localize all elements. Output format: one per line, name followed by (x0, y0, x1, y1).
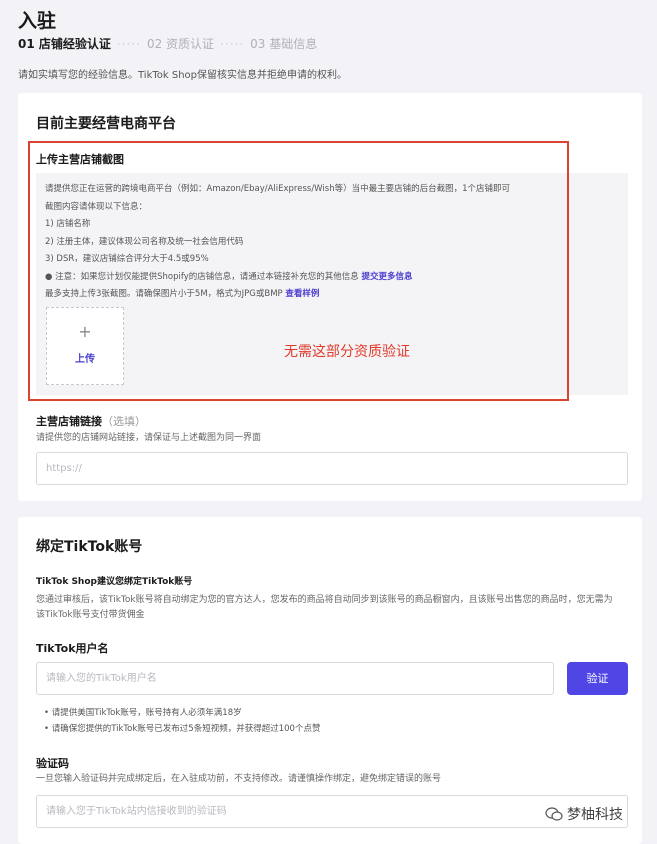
watermark: 梦柚科技 (545, 804, 623, 824)
wechat-icon (545, 807, 563, 821)
store-link-input[interactable]: https:// (36, 452, 628, 485)
watermark-text: 梦柚科技 (567, 807, 623, 823)
verification-code-label: 验证码 (36, 757, 69, 770)
tiktok-username-input[interactable]: 请输入您的TikTok用户名 (36, 662, 554, 695)
step-1: 01 店铺经验认证 (18, 37, 111, 51)
tiktok-card: 绑定TikTok账号 TikTok Shop建议您绑定TikTok账号 您通过审… (18, 517, 642, 844)
page-title: 入驻 (18, 10, 57, 32)
step-indicator: 01 店铺经验认证 ····· 02 资质认证 ····· 03 基础信息 (18, 35, 317, 52)
username-rules: 请提供美国TikTok账号，账号持有人必须年满18岁 请确保您提供的TikTok… (44, 705, 321, 737)
verify-button[interactable]: 验证 (567, 662, 628, 695)
verification-code-input[interactable]: 请输入您于TikTok站内信接收到的验证码 (36, 795, 628, 828)
step-3: 03 基础信息 (250, 37, 318, 51)
optional-tag: （选填） (102, 415, 146, 428)
tiktok-section-title: 绑定TikTok账号 (36, 539, 143, 555)
recommend-label: TikTok Shop建议您绑定TikTok账号 (36, 577, 193, 587)
tiktok-username-label: TikTok用户名 (36, 642, 109, 655)
intro-text: 请如实填写您的经验信息。TikTok Shop保留核实信息并拒绝申请的权利。 (18, 70, 348, 81)
store-link-hint: 请提供您的店铺网站链接，请保证与上述截图为同一界面 (36, 433, 262, 443)
platform-card: 目前主要经营电商平台 上传主营店铺截图 请提供您正在运营的跨境电商平台（例如：A… (18, 93, 642, 501)
verification-code-hint: 一旦您输入验证码并完成绑定后，在入驻成功前，不支持修改。请谨慎操作绑定，避免绑定… (36, 774, 442, 784)
step-separator: ····· (116, 36, 141, 51)
recommend-hint: 您通过审核后，该TikTok账号将自动绑定为您的官方达人，您发布的商品将自动同步… (36, 595, 613, 620)
step-separator: ····· (220, 36, 245, 51)
platform-section-title: 目前主要经营电商平台 (36, 116, 176, 132)
rule-item: 请提供美国TikTok账号，账号持有人必须年满18岁 (44, 705, 320, 721)
annotation-text: 无需这部分资质验证 (284, 344, 410, 360)
store-link-label: 主营店铺链接（选填） (36, 415, 146, 428)
annotation-box (28, 141, 569, 401)
step-2: 02 资质认证 (146, 37, 215, 51)
rule-item: 请确保您提供的TikTok账号已发布过5条短视频，并获得超过100个点赞 (44, 721, 321, 737)
